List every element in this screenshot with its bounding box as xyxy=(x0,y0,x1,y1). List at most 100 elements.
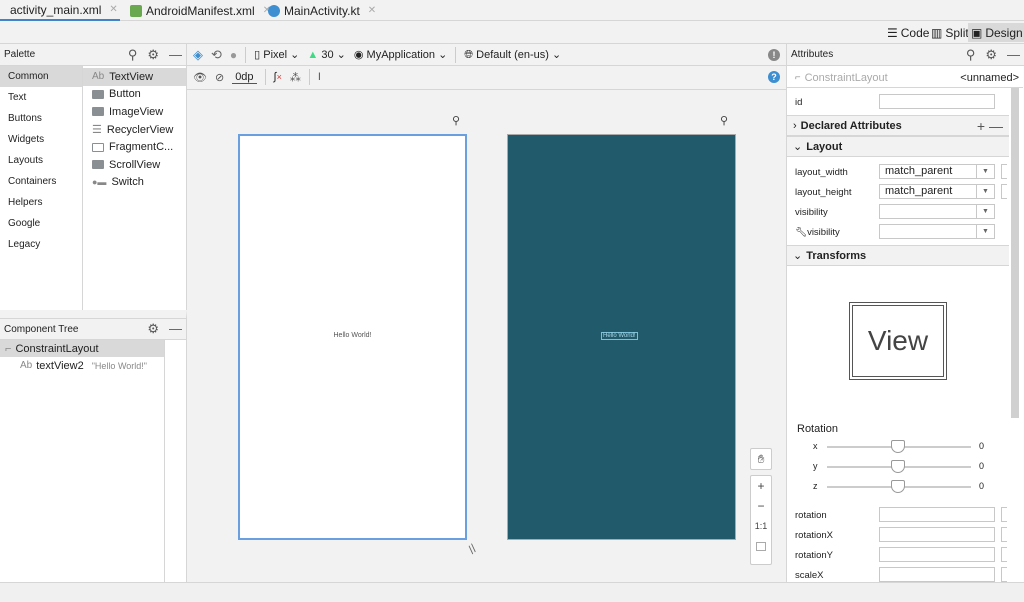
eye-icon[interactable]: 👁︎ xyxy=(193,71,207,84)
api-selector[interactable]: ▲ 30 ⌄ xyxy=(307,48,345,61)
minimize-icon[interactable]: — xyxy=(169,47,182,63)
close-icon[interactable]: ✕ xyxy=(109,4,117,15)
category-buttons[interactable]: Buttons xyxy=(0,108,82,129)
warning-icon[interactable]: ! xyxy=(768,48,780,61)
layout-height-dropdown[interactable]: match_parent ▼ xyxy=(879,184,995,199)
scrollbar[interactable] xyxy=(1011,88,1019,418)
fragment-icon xyxy=(92,142,104,152)
resize-handle[interactable]: // xyxy=(465,541,479,556)
android-icon: ▲ xyxy=(307,49,319,61)
category-helpers[interactable]: Helpers xyxy=(0,192,82,213)
layout-section[interactable]: ⌄ Layout xyxy=(787,136,1009,157)
tab-activity-main[interactable]: activity_main.xml ✕ xyxy=(0,0,120,21)
node-label: textView2 xyxy=(36,359,84,372)
palette-item-switch[interactable]: ●▬ Switch xyxy=(83,174,186,192)
rotation-input[interactable] xyxy=(879,507,995,522)
zoom-fit-button[interactable] xyxy=(751,536,771,556)
attributes-panel: Attributes ⚲ ⚙ — ⌐ ConstraintLayout <unnam… xyxy=(786,44,1024,582)
visibility-dropdown[interactable]: ▼ xyxy=(879,204,995,219)
design-mode-button[interactable]: ▣ Design xyxy=(968,23,1024,42)
night-mode-icon[interactable]: ● xyxy=(230,48,237,62)
palette-item-textview[interactable]: Ab TextView xyxy=(83,68,186,86)
textview-icon: Ab xyxy=(92,71,105,83)
minimize-icon[interactable]: — xyxy=(169,321,182,337)
zoom-out-button[interactable]: − xyxy=(751,496,771,516)
zoom-in-button[interactable]: + xyxy=(751,476,771,496)
rotationy-label: rotationY xyxy=(795,549,834,561)
minimize-icon[interactable]: — xyxy=(1007,47,1020,63)
declared-attributes-section[interactable]: › Declared Attributes + — xyxy=(787,115,1009,136)
tab-android-manifest[interactable]: AndroidManifest.xml ✕ xyxy=(124,0,277,21)
tab-main-activity[interactable]: MainActivity.kt ✕ xyxy=(262,0,382,21)
palette-item-scrollview[interactable]: ScrollView xyxy=(83,156,186,174)
add-icon[interactable]: + — xyxy=(977,118,1003,134)
code-mode-button[interactable]: ☰ Code xyxy=(884,23,932,42)
tools-visibility-dropdown[interactable]: ▼ xyxy=(879,224,995,239)
category-containers[interactable]: Containers xyxy=(0,171,82,192)
help-icon[interactable]: ? xyxy=(768,71,780,83)
clear-constraints-icon[interactable]: ∫× xyxy=(274,71,282,83)
gear-icon[interactable]: ⚙ xyxy=(985,47,997,63)
transforms-section[interactable]: ⌄ Transforms xyxy=(787,245,1009,266)
rotation-z-slider[interactable] xyxy=(827,480,971,493)
pan-button[interactable]: ✋︎ xyxy=(750,448,772,470)
guidelines-icon[interactable]: I xyxy=(318,71,321,83)
locale-label: Default (en-us) xyxy=(476,48,549,61)
default-margin-selector[interactable]: 0dp xyxy=(232,71,257,84)
palette-items: Ab TextView Button ImageView ☰ RecyclerVie… xyxy=(83,68,186,191)
palette-panel: Palette ⚲ ⚙ — Common Text Buttons Widgets … xyxy=(0,44,187,310)
search-icon[interactable]: ⚲ xyxy=(128,47,138,63)
category-layouts[interactable]: Layouts xyxy=(0,150,82,171)
gear-icon[interactable]: ⚙ xyxy=(147,321,159,337)
hello-world-text[interactable]: Hello World! xyxy=(240,332,465,339)
palette-item-button[interactable]: Button xyxy=(83,86,186,104)
infer-constraints-icon[interactable]: ⁂ xyxy=(290,71,301,84)
rotation-y-slider[interactable] xyxy=(827,460,971,473)
tree-node-constraintlayout[interactable]: ⌐ ConstraintLayout xyxy=(0,340,164,357)
dropdown-arrow-icon: ▼ xyxy=(976,165,994,178)
orientation-icon[interactable]: ⟲ xyxy=(211,47,222,63)
palette-item-imageview[interactable]: ImageView xyxy=(83,103,186,121)
slider-thumb[interactable] xyxy=(891,440,905,453)
slider-thumb[interactable] xyxy=(891,460,905,473)
zoom-controls: + − 1:1 xyxy=(750,475,772,565)
api-label: 30 xyxy=(321,49,334,61)
hello-world-blueprint[interactable]: Hello World! xyxy=(601,332,638,340)
layers-icon[interactable]: ◈ xyxy=(193,47,203,63)
category-legacy[interactable]: Legacy xyxy=(0,234,82,255)
category-google[interactable]: Google xyxy=(0,213,82,234)
kotlin-class-icon xyxy=(268,4,280,17)
textview-icon: Ab xyxy=(20,360,33,371)
x-value: 0 xyxy=(979,441,985,451)
locale-selector[interactable]: 🌐︎ Default (en-us) ⌄ xyxy=(464,48,561,62)
y-value: 0 xyxy=(979,461,985,471)
autoconnect-icon[interactable]: ⊘ xyxy=(215,71,224,84)
search-icon[interactable]: ⚲ xyxy=(966,47,976,63)
rotationy-input[interactable] xyxy=(879,547,995,562)
palette-item-fragment[interactable]: FragmentC... xyxy=(83,138,186,156)
constraint-layout-icon: ⌐ xyxy=(795,72,801,83)
category-common[interactable]: Common xyxy=(0,66,82,87)
id-input[interactable] xyxy=(879,94,995,109)
category-text[interactable]: Text xyxy=(0,87,82,108)
layout-width-dropdown[interactable]: match_parent ▼ xyxy=(879,164,995,179)
rotationx-input[interactable] xyxy=(879,527,995,542)
split-mode-button[interactable]: ▥ Split xyxy=(928,23,972,42)
device-selector[interactable]: ▯ Pixel ⌄ xyxy=(254,48,299,61)
pin-icon[interactable]: ⚲ xyxy=(452,114,460,127)
component-tree-header: Component Tree ⚙ — xyxy=(0,318,186,340)
category-widgets[interactable]: Widgets xyxy=(0,129,82,150)
rotation-x-slider[interactable] xyxy=(827,440,971,453)
design-surface[interactable]: Hello World! xyxy=(238,134,467,540)
blueprint-surface[interactable]: Hello World! xyxy=(507,134,736,540)
theme-selector[interactable]: ◉ MyApplication ⌄ xyxy=(354,48,447,61)
palette-item-recyclerview[interactable]: ☰ RecyclerView xyxy=(83,121,186,139)
zoom-actual-button[interactable]: 1:1 xyxy=(751,516,771,536)
slider-thumb[interactable] xyxy=(891,480,905,493)
scalex-input[interactable] xyxy=(879,567,995,582)
close-icon[interactable]: ✕ xyxy=(368,5,376,16)
pin-icon[interactable]: ⚲ xyxy=(720,114,728,127)
tree-node-textview2[interactable]: Ab textView2 "Hello World!" xyxy=(0,357,186,374)
gear-icon[interactable]: ⚙ xyxy=(147,47,159,63)
item-label: Button xyxy=(109,88,141,101)
